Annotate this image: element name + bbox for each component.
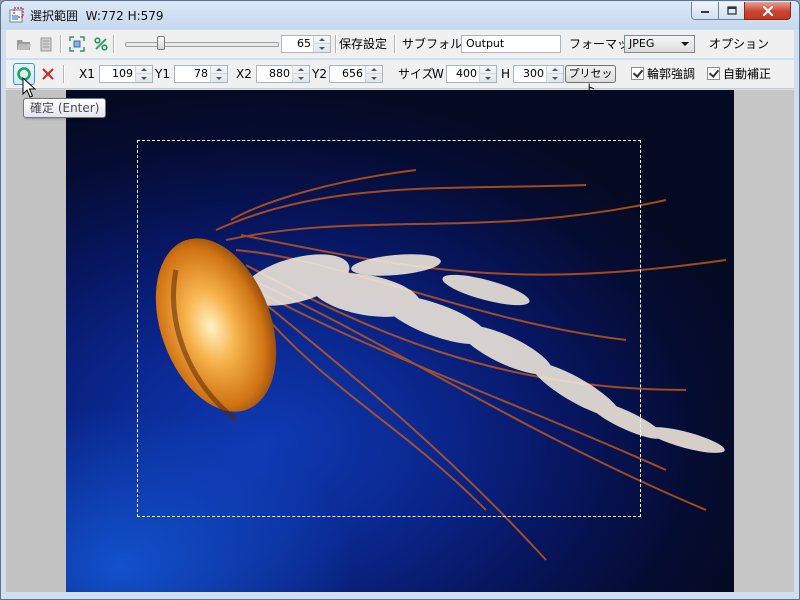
x2-value: 880 bbox=[269, 67, 290, 80]
auto-correct-label: 自動補正 bbox=[723, 67, 772, 81]
stepper-down[interactable] bbox=[366, 74, 382, 82]
stepper-down[interactable] bbox=[136, 74, 152, 82]
edge-enhance-label: 輪郭強調 bbox=[647, 67, 696, 81]
stepper-up[interactable] bbox=[480, 66, 496, 74]
window-title: 選択範囲 W:772 H:579 bbox=[30, 9, 164, 23]
y2-value: 656 bbox=[342, 67, 363, 80]
auto-correct-checkbox[interactable] bbox=[707, 67, 720, 80]
toolbar-main: 65 保存設定 サブフォルダ Output フォーマット JPEG オプション bbox=[6, 30, 794, 58]
stepper-up[interactable] bbox=[314, 36, 330, 44]
h-value: 300 bbox=[523, 67, 544, 80]
fit-icon bbox=[69, 36, 85, 52]
fit-button[interactable] bbox=[67, 34, 87, 54]
minimize-button[interactable] bbox=[691, 2, 719, 20]
selection-rectangle[interactable] bbox=[137, 140, 641, 517]
title-bar[interactable]: 選択範囲 W:772 H:579 bbox=[1, 1, 799, 29]
close-button[interactable] bbox=[744, 2, 791, 20]
x1-label: X1 bbox=[79, 67, 95, 81]
window-dimensions: W:772 H:579 bbox=[85, 9, 164, 23]
stepper-up[interactable] bbox=[547, 66, 563, 74]
photo bbox=[66, 90, 734, 592]
stepper-down[interactable] bbox=[293, 74, 309, 82]
cancel-icon bbox=[42, 68, 54, 80]
preset-button[interactable]: プリセット bbox=[565, 65, 616, 95]
slider-track bbox=[125, 42, 279, 47]
stepper-up[interactable] bbox=[366, 66, 382, 74]
open-folder-button[interactable] bbox=[14, 34, 34, 54]
x1-stepper[interactable]: 109 bbox=[99, 65, 153, 83]
quality-stepper[interactable]: 65 bbox=[281, 35, 331, 53]
confirm-tooltip: 確定 (Enter) bbox=[23, 98, 107, 118]
stepper-down[interactable] bbox=[480, 74, 496, 82]
document-icon bbox=[40, 37, 52, 51]
edge-enhance-checkbox[interactable] bbox=[631, 67, 644, 80]
minimize-icon bbox=[701, 10, 709, 13]
options-button[interactable]: オプション bbox=[709, 36, 769, 52]
stepper-down[interactable] bbox=[211, 74, 227, 82]
h-label: H bbox=[501, 67, 511, 81]
quality-value: 65 bbox=[297, 37, 311, 50]
stepper-down[interactable] bbox=[547, 74, 563, 82]
app-icon bbox=[9, 7, 24, 23]
y2-stepper[interactable]: 656 bbox=[329, 65, 383, 83]
x2-label: X2 bbox=[236, 67, 252, 81]
toolbar-separator bbox=[335, 35, 337, 53]
size-label: サイズ bbox=[398, 67, 434, 81]
open-folder-icon bbox=[17, 40, 31, 50]
canvas-margin bbox=[6, 90, 66, 592]
width-stepper[interactable]: 400 bbox=[446, 65, 497, 83]
save-settings-button[interactable]: 保存設定 bbox=[339, 36, 387, 52]
document-button[interactable] bbox=[36, 34, 56, 54]
toolbar-separator bbox=[63, 65, 65, 83]
format-select[interactable]: JPEG bbox=[624, 35, 695, 53]
y1-stepper[interactable]: 78 bbox=[174, 65, 228, 83]
y1-label: Y1 bbox=[155, 67, 170, 81]
maximize-icon bbox=[726, 6, 737, 15]
subfolder-input[interactable]: Output bbox=[461, 35, 561, 53]
close-icon bbox=[762, 5, 773, 16]
toolbar-separator bbox=[113, 35, 115, 53]
w-label: W bbox=[432, 67, 444, 81]
y1-value: 78 bbox=[194, 67, 208, 80]
toolbar-selection: X1 109 Y1 78 X2 880 Y2 656 サイズ W 400 H 3… bbox=[6, 60, 794, 95]
stepper-down[interactable] bbox=[314, 44, 330, 52]
percent-button[interactable] bbox=[91, 34, 111, 54]
stepper-up[interactable] bbox=[211, 66, 227, 74]
toolbar-separator bbox=[394, 35, 396, 53]
stepper-up[interactable] bbox=[136, 66, 152, 74]
mouse-cursor-icon bbox=[22, 77, 36, 98]
w-value: 400 bbox=[456, 67, 477, 80]
cancel-button[interactable] bbox=[38, 64, 58, 84]
x2-stepper[interactable]: 880 bbox=[256, 65, 310, 83]
maximize-button[interactable] bbox=[718, 2, 745, 20]
app-window: 選択範囲 W:772 H:579 65 保存設定 サブフォルダ Output フ… bbox=[0, 0, 800, 600]
image-canvas[interactable] bbox=[6, 90, 794, 592]
percent-icon bbox=[94, 37, 108, 51]
chevron-down-icon bbox=[681, 42, 689, 46]
y2-label: Y2 bbox=[312, 67, 327, 81]
height-stepper[interactable]: 300 bbox=[513, 65, 564, 83]
format-value: JPEG bbox=[629, 37, 655, 50]
toolbar-separator bbox=[60, 35, 62, 53]
stepper-up[interactable] bbox=[293, 66, 309, 74]
x1-value: 109 bbox=[112, 67, 133, 80]
slider-thumb[interactable] bbox=[157, 36, 166, 50]
